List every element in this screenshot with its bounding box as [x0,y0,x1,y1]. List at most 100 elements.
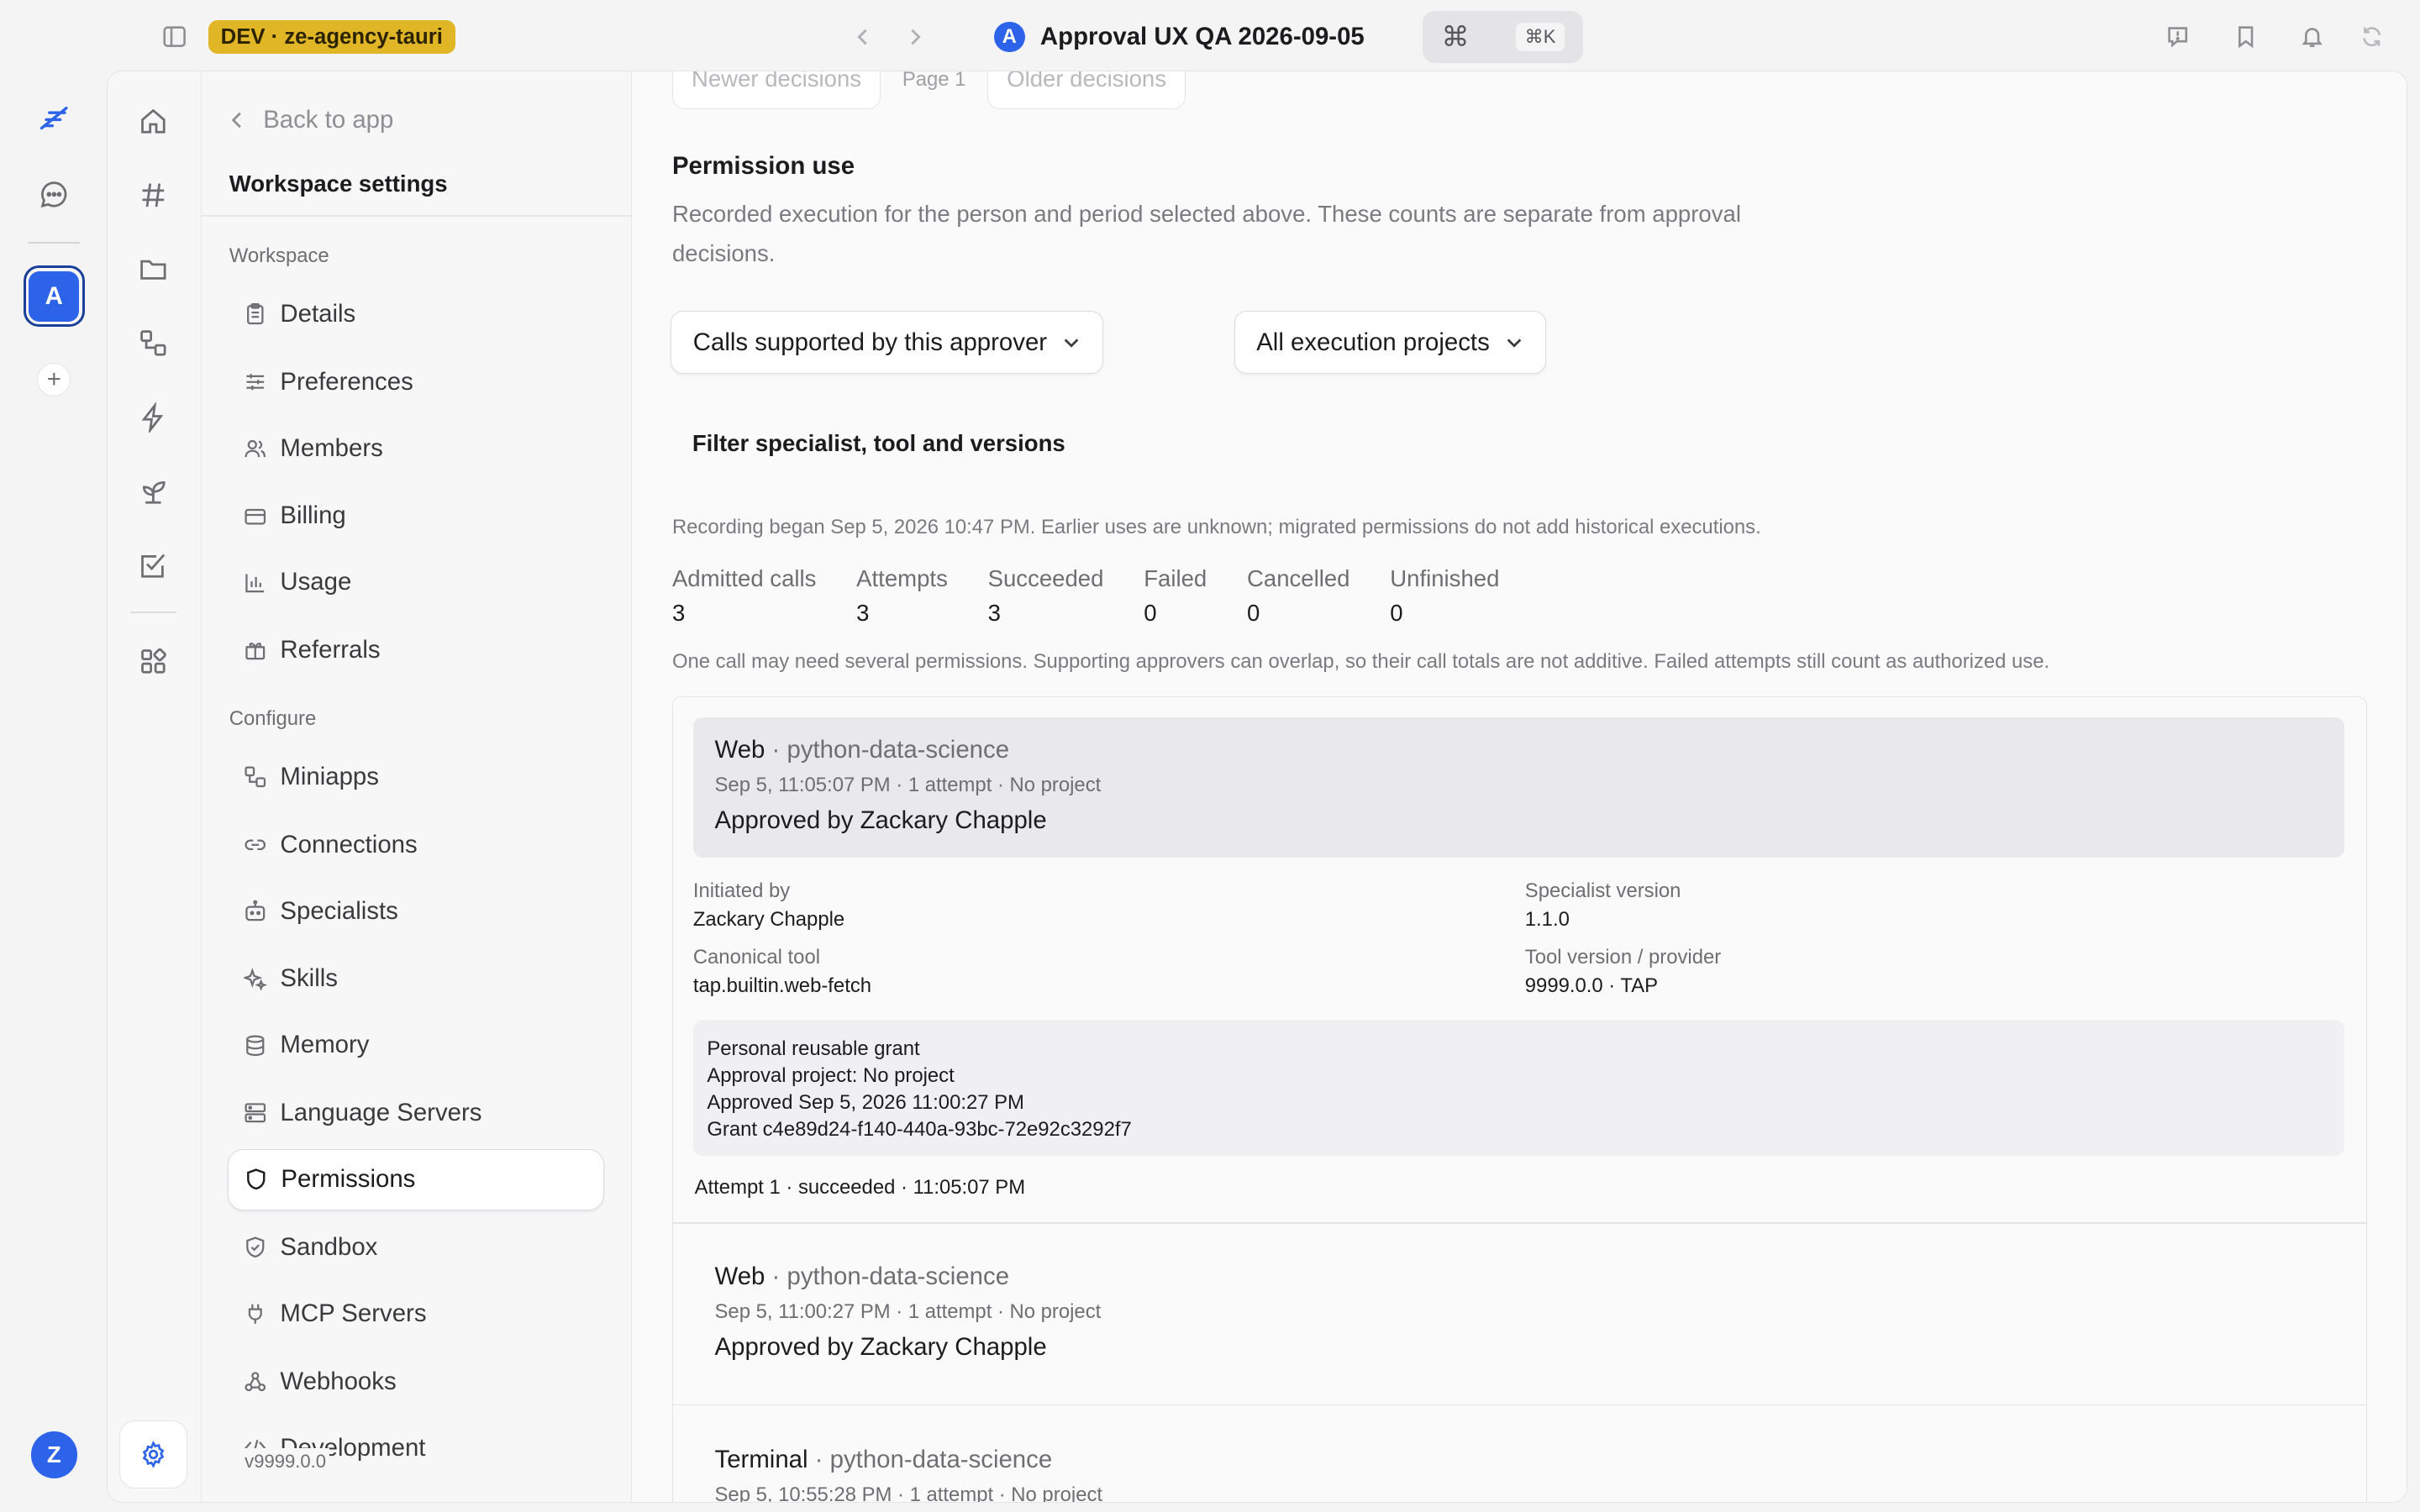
call-title: Web · python-data-science [715,1263,2323,1291]
specialist-version-field: Specialist version 1.1.0 [1525,879,1681,932]
feedback-icon[interactable] [2162,22,2193,53]
plug-icon [243,1301,267,1326]
command-shortcut: ⌘K [1515,23,1565,51]
app-window: Back to app Workspace settings Workspace… [106,71,2408,1503]
app-logo-icon[interactable] [31,96,77,142]
stat-label: Admitted calls [671,565,817,592]
workflow-icon[interactable] [130,320,176,366]
shield-check-icon [243,1235,267,1259]
nav-back-icon[interactable] [847,22,878,53]
grant-type: Personal reusable grant [707,1037,920,1060]
tool-version-field: Tool version / provider 9999.0.0 · TAP [1525,946,1721,998]
settings-sidebar: Back to app Workspace settings Workspace… [201,71,633,1502]
bot-icon [243,899,267,923]
initiated-by-field: Initiated by Zackary Chapple [693,879,844,932]
execution-projects-value: All execution projects [1256,328,1490,356]
calls-scope-value: Calls supported by this approver [692,328,1048,356]
sync-icon[interactable] [2357,22,2388,53]
apps-grid-icon[interactable] [130,638,176,685]
sidebar-item-label: MCP Servers [280,1299,427,1327]
environment-badge: DEV · ze-agency-tauri [208,19,455,55]
home-icon[interactable] [130,98,176,144]
call-tool: Terminal [714,1446,808,1474]
sidebar-item-language-servers[interactable]: Language Servers [228,1083,604,1144]
workspace-title: Approval UX QA 2026-09-05 [1039,23,1365,51]
lightning-icon[interactable] [130,394,176,440]
sidebar-item-memory[interactable]: Memory [228,1015,604,1076]
stat-value: 3 [987,600,1001,627]
stat-value: 3 [856,600,870,627]
execution-projects-select[interactable]: All execution projects [1234,311,1546,375]
sidebar-item-label: Specialists [280,896,398,925]
sidebar-item-permissions[interactable]: Permissions [227,1148,605,1210]
call-item-header[interactable]: Web · python-data-science Sep 5, 11:00:2… [693,1244,2344,1384]
bar-chart-icon [243,570,267,595]
user-avatar[interactable]: Z [30,1431,77,1478]
sprout-icon[interactable] [130,469,176,515]
chevron-down-icon [1507,339,1522,348]
row-divider [672,1221,2366,1224]
sidebar-item-billing[interactable]: Billing [228,486,604,547]
sidebar-item-miniapps[interactable]: Miniapps [228,746,604,807]
sidebar-item-preferences[interactable]: Preferences [228,351,604,412]
execution-stats: Admitted calls 3 Attempts 3 Succeeded 3 … [672,565,1539,627]
section-label-workspace: Workspace [229,244,329,268]
sidebar-item-members[interactable]: Members [228,417,604,479]
chat-icon[interactable] [31,171,77,218]
folder-icon[interactable] [130,246,176,292]
call-item-header[interactable]: Web · python-data-science Sep 5, 11:05:0… [692,717,2345,858]
command-icon: ⌘ [1441,22,1470,54]
back-to-app-link[interactable]: Back to app [229,106,393,134]
call-tool: Web [714,1262,765,1290]
filter-specialist-tool-versions-button[interactable]: Filter specialist, tool and versions [692,430,1065,457]
bell-icon[interactable] [2296,22,2328,53]
stat-label: Attempts [856,565,948,592]
sidebar-item-label: Language Servers [280,1099,482,1127]
field-value: tap.builtin.web-fetch [692,974,872,997]
app-version: v9999.0.0 [241,1447,329,1477]
calls-scope-select[interactable]: Calls supported by this approver [671,311,1104,375]
sidebar-item-sandbox[interactable]: Sandbox [228,1216,604,1278]
stat-value: 0 [1390,600,1403,627]
sidebar-item-referrals[interactable]: Referrals [228,620,604,681]
sidebar-item-label: Details [280,299,356,328]
field-label: Canonical tool [692,946,821,969]
workspace-avatar[interactable]: A [23,265,85,328]
sidebar-toggle-icon[interactable] [159,22,190,53]
settings-title: Workspace settings [229,171,448,197]
add-workspace-button[interactable]: + [37,362,71,397]
sidebar-item-specialists[interactable]: Specialists [228,880,604,942]
icon-column-divider [130,612,177,614]
sidebar-item-usage[interactable]: Usage [228,552,604,613]
command-palette-button[interactable]: ⌘ ⌘K [1423,10,1584,64]
bookmark-icon[interactable] [2230,22,2261,53]
sidebar-item-details[interactable]: Details [228,283,604,344]
field-label: Initiated by [692,879,791,903]
gift-icon [243,638,267,663]
canonical-tool-field: Canonical tool tap.builtin.web-fetch [693,946,871,998]
sidebar-item-mcp-servers[interactable]: MCP Servers [228,1283,604,1344]
call-item-header[interactable]: Terminal · python-data-science Sep 5, 10… [693,1427,2344,1502]
sidebar-item-label: Webhooks [280,1367,397,1395]
settings-gear-icon[interactable] [119,1420,188,1488]
main-content: Newer decisions Page 1 Older decisions P… [632,71,2407,1502]
call-approval: Approved by Zackary Chapple [714,1332,1047,1361]
sidebar-item-label: Connections [280,830,418,858]
call-separator: · [765,736,787,764]
task-check-icon[interactable] [130,543,176,589]
nav-forward-icon[interactable] [900,22,931,53]
stat-label: Failed [1144,565,1207,592]
call-title: Terminal · python-data-science [715,1446,2323,1474]
newer-decisions-button[interactable]: Newer decisions [671,71,881,109]
workspace-title-avatar: A [993,21,1025,53]
sidebar-item-skills[interactable]: Skills [228,948,604,1010]
sidebar-item-label: Usage [280,568,352,596]
permission-use-heading: Permission use [671,151,855,180]
sidebar-item-connections[interactable]: Connections [228,814,604,875]
chevron-left-icon [231,112,241,129]
hash-icon[interactable] [130,172,176,218]
older-decisions-button[interactable]: Older decisions [987,71,1186,109]
call-separator: · [808,1446,830,1474]
sidebar-item-webhooks[interactable]: Webhooks [228,1351,604,1412]
section-label-configure: Configure [229,707,317,731]
